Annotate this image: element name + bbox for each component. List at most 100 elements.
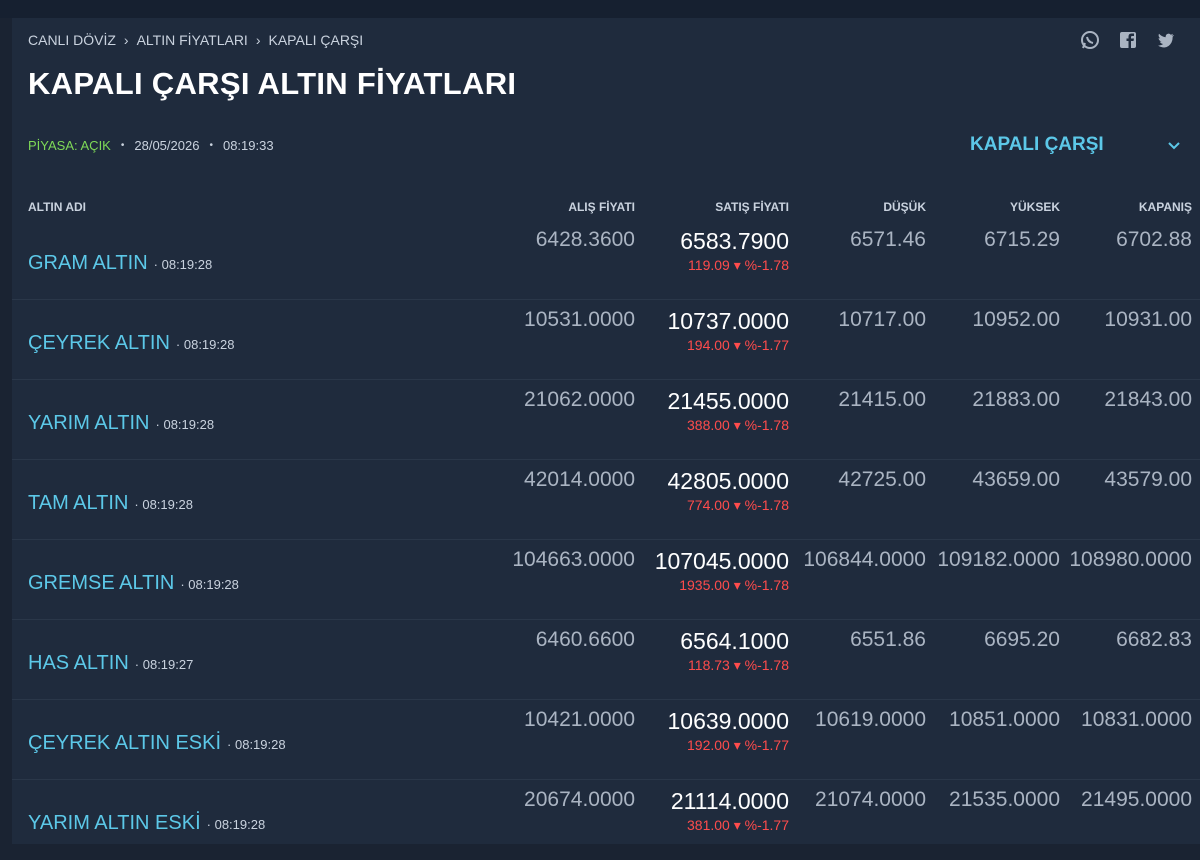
market-selector[interactable]: KAPALI ÇARŞI	[970, 134, 1180, 156]
gold-price-table: GRAM ALTIN · 08:19:28 6428.3600 6583.790…	[12, 220, 1200, 860]
buy-price: 10421.0000	[524, 708, 635, 731]
update-time-value: 08:19:27	[142, 657, 194, 672]
close-price: 10931.00	[1104, 308, 1192, 331]
gold-name[interactable]: TAM ALTIN · 08:19:28	[28, 492, 193, 515]
gold-name[interactable]: GREMSE ALTIN · 08:19:28	[28, 572, 239, 595]
chevron-down-icon	[1168, 134, 1180, 156]
update-time: · 08:19:28	[153, 257, 213, 272]
gold-name[interactable]: ÇEYREK ALTIN ESKİ · 08:19:28	[28, 732, 286, 755]
breadcrumb-item-canli-doviz[interactable]: CANLI DÖVİZ	[28, 32, 116, 48]
gold-name-label[interactable]: GRAM ALTIN	[28, 252, 148, 275]
sell-price: 21455.0000	[667, 388, 789, 414]
gold-name-label[interactable]: HAS ALTIN	[28, 652, 129, 675]
gold-name[interactable]: YARIM ALTIN · 08:19:28	[28, 412, 214, 435]
sell-price: 6583.7900	[680, 228, 789, 254]
gold-name[interactable]: GRAM ALTIN · 08:19:28	[28, 252, 212, 275]
gold-name-label[interactable]: TAM ALTIN	[28, 492, 128, 515]
down-arrow-icon: ▾	[733, 257, 741, 273]
update-time: · 08:19:27	[134, 657, 194, 672]
close-price: 10831.0000	[1081, 708, 1192, 731]
change-percent: %-1.78	[744, 417, 789, 433]
sell-price: 10737.0000	[667, 308, 789, 334]
status-time: 08:19:33	[222, 138, 274, 153]
sell-price-cell: 107045.0000 1935.00 ▾ %-1.78	[655, 548, 789, 594]
share-buttons	[1080, 30, 1176, 50]
facebook-icon[interactable]	[1118, 30, 1138, 50]
close-price: 21495.0000	[1081, 788, 1192, 811]
column-header-kapanis: KAPANIŞ	[1138, 200, 1192, 214]
gold-name-label[interactable]: YARIM ALTIN ESKİ	[28, 812, 201, 835]
change-amount: 119.09	[688, 257, 730, 273]
sell-price-cell: 21455.0000 388.00 ▾ %-1.78	[667, 388, 789, 434]
sell-price: 10639.0000	[667, 708, 789, 734]
change-amount: 381.00	[687, 817, 730, 833]
change-percent: %-1.77	[744, 737, 789, 753]
column-header-alis: ALIŞ FİYATI	[568, 200, 635, 214]
price-change: 388.00 ▾ %-1.78	[667, 417, 789, 434]
sell-price: 21114.0000	[670, 788, 789, 814]
close-price: 6682.83	[1116, 628, 1192, 651]
update-time: · 08:19:28	[175, 337, 235, 352]
table-row[interactable]: HAS ALTIN · 08:19:27 6460.6600 6564.1000…	[12, 620, 1200, 700]
down-arrow-icon: ▾	[733, 737, 741, 753]
close-price: 108980.0000	[1069, 548, 1192, 571]
gold-name[interactable]: YARIM ALTIN ESKİ · 08:19:28	[28, 812, 265, 835]
main-panel: CANLI DÖVİZ › ALTIN FİYATLARI › KAPALI Ç…	[12, 18, 1200, 844]
low-price: 6571.46	[850, 228, 926, 251]
change-percent: %-1.77	[744, 817, 789, 833]
table-row[interactable]: TAM ALTIN · 08:19:28 42014.0000 42805.00…	[12, 460, 1200, 540]
low-price: 10619.0000	[815, 708, 926, 731]
change-percent: %-1.78	[744, 577, 789, 593]
column-header-yuksek: YÜKSEK	[1009, 200, 1060, 214]
high-price: 21535.0000	[949, 788, 1060, 811]
gold-name-label[interactable]: ÇEYREK ALTIN	[28, 332, 170, 355]
sell-price-cell: 10639.0000 192.00 ▾ %-1.77	[667, 708, 789, 754]
table-row[interactable]: ÇEYREK ALTIN ESKİ · 08:19:28 10421.0000 …	[12, 700, 1200, 780]
table-row[interactable]: ÇEYREK ALTIN · 08:19:28 10531.0000 10737…	[12, 300, 1200, 380]
breadcrumb-item-altin-fiyatlari[interactable]: ALTIN FİYATLARI	[137, 32, 248, 48]
high-price: 109182.0000	[937, 548, 1060, 571]
price-change: 1935.00 ▾ %-1.78	[655, 577, 789, 594]
update-time-value: 08:19:28	[183, 337, 235, 352]
change-percent: %-1.78	[744, 657, 789, 673]
low-price: 21074.0000	[815, 788, 926, 811]
sell-price-cell: 21114.0000 381.00 ▾ %-1.77	[671, 788, 789, 834]
buy-price: 42014.0000	[524, 468, 635, 491]
separator-dot: •	[120, 140, 125, 151]
gold-name-label[interactable]: ÇEYREK ALTIN ESKİ	[28, 732, 221, 755]
update-time-value: 08:19:28	[188, 577, 239, 592]
table-row[interactable]: GREMSE ALTIN · 08:19:28 104663.0000 1070…	[12, 540, 1200, 620]
gold-name-label[interactable]: GREMSE ALTIN	[28, 572, 174, 595]
gold-name[interactable]: ÇEYREK ALTIN · 08:19:28	[28, 332, 234, 355]
twitter-icon[interactable]	[1156, 30, 1176, 50]
change-amount: 388.00	[687, 417, 730, 433]
chevron-right-icon: ›	[123, 32, 129, 48]
high-price: 6715.29	[984, 228, 1060, 251]
low-price: 42725.00	[838, 468, 926, 491]
table-header: ALTIN ADI ALIŞ FİYATI SATIŞ FİYATI DÜŞÜK…	[12, 200, 1200, 220]
price-change: 118.73 ▾ %-1.78	[680, 657, 789, 674]
change-amount: 774.00	[687, 497, 730, 513]
down-arrow-icon: ▾	[733, 337, 741, 353]
buy-price: 6428.3600	[535, 228, 635, 251]
whatsapp-icon[interactable]	[1080, 30, 1100, 50]
gold-name-label[interactable]: YARIM ALTIN	[28, 412, 150, 435]
down-arrow-icon: ▾	[733, 817, 741, 833]
high-price: 10851.0000	[949, 708, 1060, 731]
chevron-right-icon: ›	[255, 32, 261, 48]
high-price: 43659.00	[972, 468, 1060, 491]
table-row[interactable]: YARIM ALTIN ESKİ · 08:19:28 20674.0000 2…	[12, 780, 1200, 860]
breadcrumb: CANLI DÖVİZ › ALTIN FİYATLARI › KAPALI Ç…	[28, 32, 363, 48]
low-price: 106844.0000	[803, 548, 926, 571]
sell-price-cell: 42805.0000 774.00 ▾ %-1.78	[667, 468, 789, 514]
change-percent: %-1.78	[744, 257, 789, 273]
sell-price: 6564.1000	[680, 628, 789, 654]
table-row[interactable]: YARIM ALTIN · 08:19:28 21062.0000 21455.…	[12, 380, 1200, 460]
update-time-value: 08:19:28	[142, 497, 193, 512]
sell-price-cell: 6583.7900 119.09 ▾ %-1.78	[680, 228, 789, 274]
buy-price: 20674.0000	[524, 788, 635, 811]
breadcrumb-item-kapali-carsi: KAPALI ÇARŞI	[268, 32, 364, 48]
table-row[interactable]: GRAM ALTIN · 08:19:28 6428.3600 6583.790…	[12, 220, 1200, 300]
gold-name[interactable]: HAS ALTIN · 08:19:27	[28, 652, 193, 675]
change-amount: 118.73	[688, 657, 730, 673]
